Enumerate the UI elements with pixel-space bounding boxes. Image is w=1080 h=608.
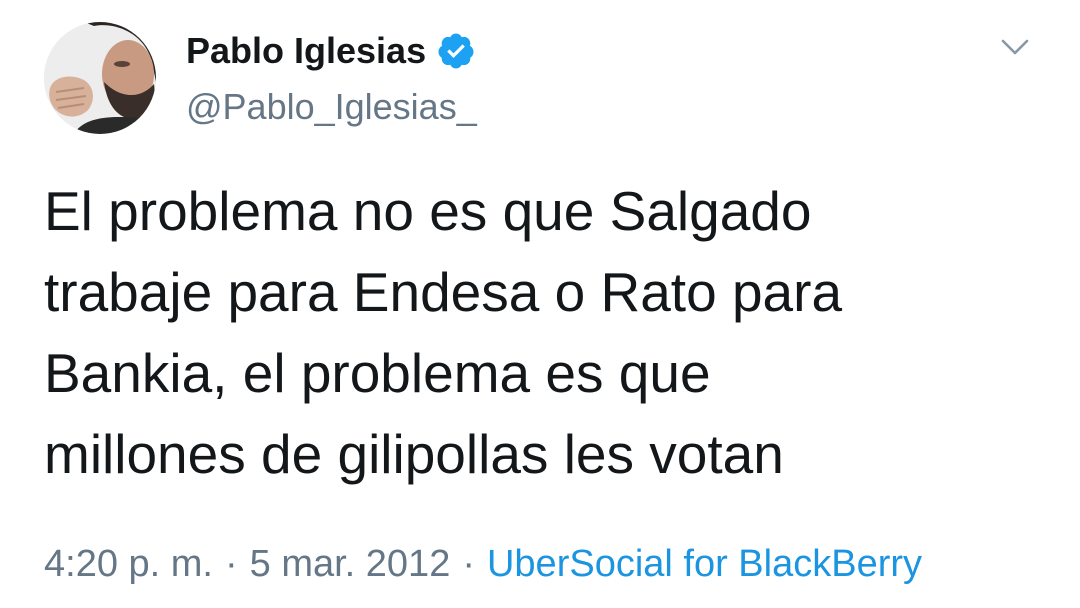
- avatar[interactable]: [44, 22, 156, 134]
- tweet-time[interactable]: 4:20 p. m.: [44, 540, 213, 588]
- chevron-down-icon[interactable]: [998, 30, 1032, 64]
- tweet-date[interactable]: 5 mar. 2012: [250, 540, 451, 588]
- tweet-source-link[interactable]: UberSocial for BlackBerry: [487, 540, 922, 588]
- meta-separator: ·: [462, 543, 475, 585]
- user-handle[interactable]: @Pablo_Iglesias_: [186, 86, 477, 128]
- display-name[interactable]: Pablo Iglesias: [186, 30, 426, 72]
- tweet-meta: 4:20 p. m. · 5 mar. 2012 · UberSocial fo…: [44, 540, 922, 588]
- verified-badge-icon: [436, 31, 476, 71]
- name-row: Pablo Iglesias: [186, 30, 476, 72]
- meta-separator: ·: [224, 543, 238, 585]
- tweet-card: Pablo Iglesias @Pablo_Iglesias_ El probl…: [0, 0, 1080, 608]
- profile-photo-icon: [44, 22, 156, 134]
- tweet-text: El problema no es que Salgado trabaje pa…: [44, 180, 843, 485]
